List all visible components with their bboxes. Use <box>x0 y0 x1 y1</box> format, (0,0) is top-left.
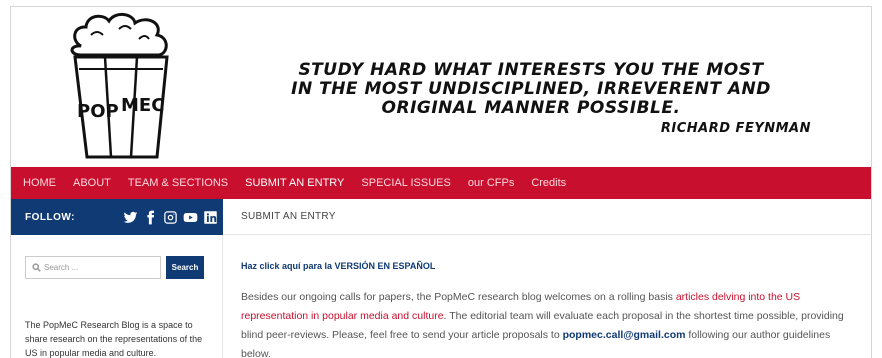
nav-item-our-cfps[interactable]: our CFPs <box>468 177 514 189</box>
twitter-icon[interactable] <box>123 209 138 225</box>
sidebar: Search ... Search The PopMeC Research Bl… <box>11 235 223 358</box>
search-input[interactable]: Search ... <box>25 256 161 279</box>
intro-text-a: Besides our ongoing calls for papers, th… <box>241 291 676 303</box>
linkedin-icon[interactable] <box>203 209 218 225</box>
search-placeholder: Search ... <box>44 263 79 272</box>
facebook-icon[interactable] <box>143 209 158 225</box>
nav-item-credits[interactable]: Credits <box>531 177 566 189</box>
youtube-icon[interactable] <box>183 209 198 225</box>
popmec-logo[interactable]: POP MEC <box>61 11 181 161</box>
page-frame: POP MEC STUDY HARD WHAT INTERESTS YOU TH… <box>10 6 872 358</box>
logo-text-mec: MEC <box>121 95 164 116</box>
main-content: Haz click aquí para la VERSIÓN EN ESPAÑO… <box>223 235 871 358</box>
logo-text-pop: POP <box>77 101 119 122</box>
quote-author: RICHARD FEYNMAN <box>660 121 811 136</box>
instagram-icon[interactable] <box>163 209 178 225</box>
submission-email-link[interactable]: popmec.call@gmail.com <box>563 329 686 341</box>
site-header: POP MEC STUDY HARD WHAT INTERESTS YOU TH… <box>11 7 871 167</box>
spanish-version-link[interactable]: Haz click aquí para la VERSIÓN EN ESPAÑO… <box>241 261 435 271</box>
main-nav: HOME ABOUT TEAM & SECTIONS SUBMIT AN ENT… <box>11 167 871 199</box>
search-button[interactable]: Search <box>166 256 204 279</box>
quote-line-2: IN THE MOST UNDISCIPLINED, IRREVERENT AN… <box>291 79 771 118</box>
follow-bar: FOLLOW: <box>11 199 223 235</box>
page-title: SUBMIT AN ENTRY <box>241 211 336 222</box>
search-icon <box>32 263 41 272</box>
breadcrumb: SUBMIT AN ENTRY <box>223 199 871 235</box>
header-quote: STUDY HARD WHAT INTERESTS YOU THE MOST I… <box>241 61 821 140</box>
nav-item-home[interactable]: HOME <box>23 177 56 189</box>
follow-label: FOLLOW: <box>25 211 75 223</box>
quote-line-1: STUDY HARD WHAT INTERESTS YOU THE MOST <box>298 60 764 80</box>
intro-paragraph: Besides our ongoing calls for papers, th… <box>241 288 861 358</box>
nav-item-special-issues[interactable]: SPECIAL ISSUES <box>361 177 450 189</box>
nav-item-about[interactable]: ABOUT <box>73 177 111 189</box>
sidebar-about-text: The PopMeC Research Blog is a space to s… <box>25 320 203 358</box>
nav-item-team-sections[interactable]: TEAM & SECTIONS <box>128 177 228 189</box>
nav-item-submit-an-entry[interactable]: SUBMIT AN ENTRY <box>245 177 344 189</box>
